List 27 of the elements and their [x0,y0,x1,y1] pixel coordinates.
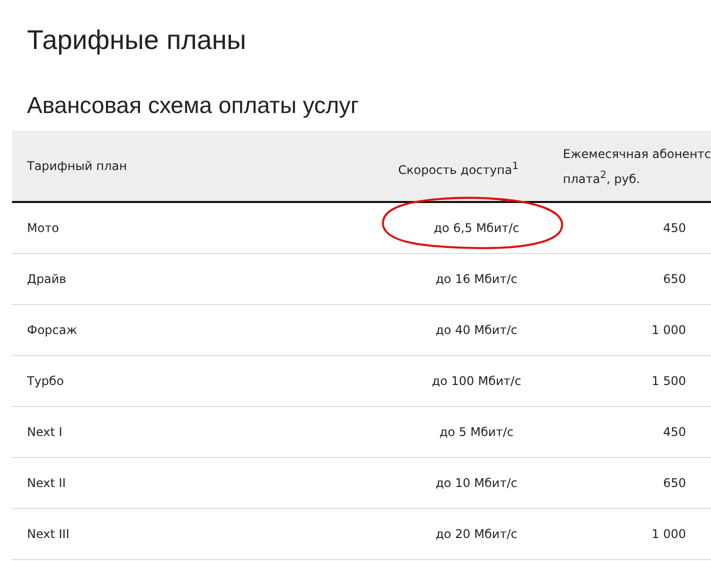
speed-value: до 10 Мбит/с [436,476,518,490]
column-header: плата$^{2}$, руб. [562,168,642,188]
speed-value: до 100 Мбит/с [432,374,522,388]
plan-name: Next I [27,425,62,439]
plan-name: Форсаж [27,323,78,337]
speed-value: до 40 Мбит/с [436,323,518,337]
column-header: Ежемесячная абонентс [562,146,711,162]
plan-name: Next II [27,476,66,490]
price-value: 650 [663,476,686,490]
speed-value: до 6,5 Мбит/с [434,221,520,235]
column-header: Скорость доступа$^{1}$ [398,160,518,178]
price-value: 1 500 [652,374,686,388]
price-value: 1 000 [652,323,686,337]
price-value: 1 000 [652,527,686,541]
plan-name: Мото [27,221,60,235]
page-title: Тарифные планы [26,24,248,57]
plan-name: Турбо [27,374,64,388]
plan-name: Next III [27,527,70,541]
speed-value: до 20 Мбит/с [436,527,518,541]
speed-value: до 5 Мбит/с [439,425,514,439]
price-value: 450 [663,221,686,235]
plan-name: Драйв [27,272,66,286]
price-value: 450 [663,425,686,439]
section-title: Авансовая схема оплаты услуг [26,91,360,120]
speed-value: до 16 Мбит/с [436,272,518,286]
column-header: Тарифный план [27,158,128,175]
price-value: 650 [663,272,686,286]
